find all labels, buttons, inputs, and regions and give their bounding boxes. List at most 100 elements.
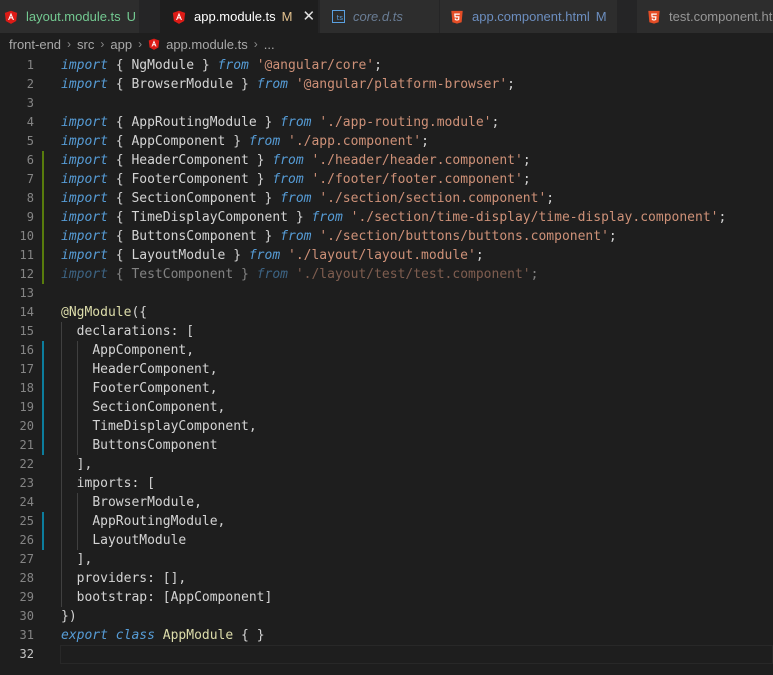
- git-added-marker: [42, 246, 44, 265]
- line-number: 20: [19, 419, 34, 433]
- code-text: import { TimeDisplayComponent } from './…: [61, 210, 727, 225]
- tab-layout-module-ts[interactable]: layout.module.ts U: [0, 0, 140, 33]
- code-line[interactable]: 23 imports: [: [0, 474, 773, 493]
- line-number: 28: [19, 571, 34, 585]
- code-line[interactable]: 20 TimeDisplayComponent,: [0, 417, 773, 436]
- code-line[interactable]: 27 ],: [0, 550, 773, 569]
- tab-app-component-html[interactable]: app.component.html M: [440, 0, 618, 33]
- current-line-highlight: [60, 645, 773, 664]
- git-added-marker: [42, 227, 44, 246]
- code-line[interactable]: 26 LayoutModule: [0, 531, 773, 550]
- code-line[interactable]: 19 SectionComponent,: [0, 398, 773, 417]
- breadcrumb-item[interactable]: front-end: [9, 37, 61, 52]
- line-number: 5: [26, 134, 34, 148]
- line-number: 17: [19, 362, 34, 376]
- code-line[interactable]: 2 import { BrowserModule } from '@angular…: [0, 75, 773, 94]
- line-number: 7: [26, 172, 34, 186]
- editor-tab-bar: layout.module.ts U app.module.ts M ✕ ts core.d…: [0, 0, 773, 33]
- line-number: 21: [19, 438, 34, 452]
- breadcrumb-separator: ›: [138, 37, 143, 51]
- line-number: 8: [26, 191, 34, 205]
- code-text: ],: [61, 457, 93, 472]
- tab-app-module-ts[interactable]: app.module.ts M ✕: [160, 0, 319, 33]
- code-line[interactable]: 3: [0, 94, 773, 113]
- breadcrumb-separator: ›: [253, 37, 258, 51]
- code-text: import { HeaderComponent } from './heade…: [61, 153, 531, 168]
- line-number: 15: [19, 324, 34, 338]
- breadcrumb: front-end › src › app › app.module.ts ›...: [0, 33, 773, 55]
- line-number: 29: [19, 590, 34, 604]
- code-text: imports: [: [76, 476, 155, 491]
- code-line[interactable]: 13: [0, 284, 773, 303]
- git-modified-marker: [42, 341, 44, 360]
- line-number: 9: [26, 210, 34, 224]
- line-number: 31: [19, 628, 34, 642]
- code-line[interactable]: 12 import { TestComponent } from './layou…: [0, 265, 773, 284]
- code-line[interactable]: 1 import { NgModule } from '@angular/core…: [0, 56, 773, 75]
- code-line[interactable]: 30}): [0, 607, 773, 626]
- code-line[interactable]: 11 import { LayoutModule } from './layout…: [0, 246, 773, 265]
- indent-guide: [61, 322, 62, 607]
- code-line[interactable]: 16 AppComponent,: [0, 341, 773, 360]
- git-added-marker: [42, 208, 44, 227]
- angular-icon: [4, 10, 18, 24]
- tab-core-d-ts[interactable]: ts core.d.ts: [320, 0, 440, 33]
- breadcrumb-item[interactable]: app.module.ts: [166, 37, 248, 52]
- line-number: 16: [19, 343, 34, 357]
- git-modified-marker: [42, 531, 44, 550]
- breadcrumb-item[interactable]: src: [77, 37, 94, 52]
- git-added-marker: [42, 151, 44, 170]
- code-line[interactable]: 6 import { HeaderComponent } from './head…: [0, 151, 773, 170]
- tab-test-component-ht[interactable]: test.component.ht: [637, 0, 773, 33]
- code-line[interactable]: 29 bootstrap: [AppComponent]: [0, 588, 773, 607]
- line-number: 22: [19, 457, 34, 471]
- code-text: import { TestComponent } from './layout/…: [61, 267, 539, 282]
- code-text: import { AppRoutingModule } from './app-…: [61, 115, 500, 130]
- code-line[interactable]: 7 import { FooterComponent } from './foot…: [0, 170, 773, 189]
- code-text: declarations: [: [76, 324, 195, 339]
- breadcrumb-item[interactable]: ...: [264, 37, 275, 52]
- line-number: 23: [19, 476, 34, 490]
- angular-icon: [172, 10, 186, 24]
- code-line[interactable]: 31 export class AppModule { }: [0, 626, 773, 645]
- git-status-badge: U: [126, 9, 137, 24]
- code-text: FooterComponent,: [92, 381, 218, 396]
- code-line[interactable]: 18 FooterComponent,: [0, 379, 773, 398]
- code-line[interactable]: 21 ButtonsComponent: [0, 436, 773, 455]
- code-text: @NgModule({: [61, 305, 148, 320]
- git-modified-marker: [42, 360, 44, 379]
- code-line[interactable]: 32: [0, 645, 773, 664]
- code-text: export class AppModule { }: [61, 628, 265, 643]
- code-line[interactable]: 14 @NgModule({: [0, 303, 773, 322]
- line-number: 3: [26, 96, 34, 110]
- code-line[interactable]: 17 HeaderComponent,: [0, 360, 773, 379]
- close-icon[interactable]: ✕: [303, 9, 316, 24]
- code-editor[interactable]: 1 import { NgModule } from '@angular/core…: [0, 55, 773, 675]
- typescript-icon: ts: [332, 10, 345, 23]
- code-text: ButtonsComponent: [92, 438, 218, 453]
- code-text: SectionComponent,: [92, 400, 226, 415]
- code-line[interactable]: 9 import { TimeDisplayComponent } from '.…: [0, 208, 773, 227]
- tab-label: test.component.ht: [669, 9, 773, 24]
- tab-label: app.component.html: [472, 9, 590, 24]
- code-line[interactable]: 22 ],: [0, 455, 773, 474]
- breadcrumb-item[interactable]: app: [110, 37, 132, 52]
- line-number: 12: [19, 267, 34, 281]
- code-text: AppComponent,: [92, 343, 195, 358]
- code-line[interactable]: 5 import { AppComponent } from './app.com…: [0, 132, 773, 151]
- line-number: 14: [19, 305, 34, 319]
- git-modified-marker: [42, 417, 44, 436]
- code-line[interactable]: 28 providers: [],: [0, 569, 773, 588]
- code-text: providers: [],: [76, 571, 187, 586]
- code-line[interactable]: 25 AppRoutingModule,: [0, 512, 773, 531]
- code-line[interactable]: 10 import { ButtonsComponent } from './se…: [0, 227, 773, 246]
- code-line[interactable]: 24 BrowserModule,: [0, 493, 773, 512]
- angular-icon: [148, 38, 160, 50]
- code-text: LayoutModule: [92, 533, 187, 548]
- code-line[interactable]: 4 import { AppRoutingModule } from './app…: [0, 113, 773, 132]
- git-added-marker: [42, 189, 44, 208]
- html-icon: [450, 10, 464, 24]
- code-line[interactable]: 15 declarations: [: [0, 322, 773, 341]
- code-line[interactable]: 8 import { SectionComponent } from './sec…: [0, 189, 773, 208]
- line-number: 32: [19, 647, 34, 661]
